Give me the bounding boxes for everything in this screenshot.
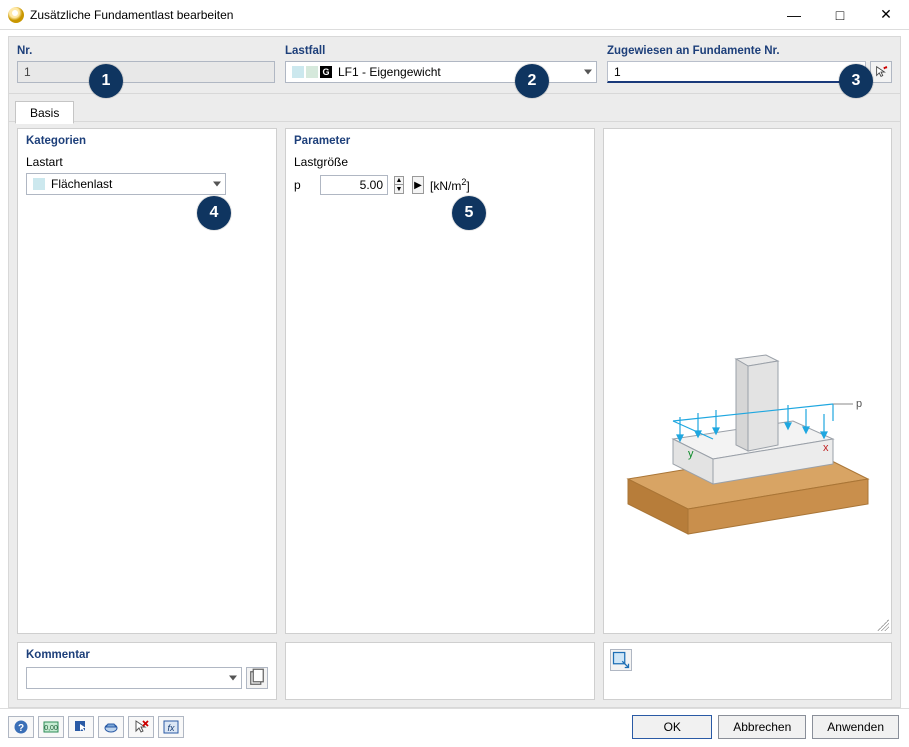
- window-title: Zusätzliche Fundamentlast bearbeiten: [30, 8, 771, 22]
- param-goto-button[interactable]: ▶: [412, 176, 424, 194]
- units-button[interactable]: 0,00: [38, 716, 64, 738]
- cursor-icon: [874, 65, 888, 79]
- panel-kategorien: Kategorien Lastart Flächenlast: [17, 128, 277, 634]
- delete-selection-button[interactable]: [128, 716, 154, 738]
- window-controls: — □ ✕: [771, 0, 909, 29]
- cursor-delete-icon: [133, 719, 149, 735]
- pick-in-model-button[interactable]: [870, 61, 892, 83]
- function-button[interactable]: fx: [158, 716, 184, 738]
- assigned-input[interactable]: 1: [607, 61, 866, 83]
- panel-empty: [285, 642, 595, 700]
- svg-text:0,00: 0,00: [44, 725, 58, 732]
- axis-x-label: x: [823, 442, 829, 454]
- param-value: 5.00: [360, 178, 383, 192]
- callout-2: 2: [515, 64, 549, 98]
- callout-1: 1: [89, 64, 123, 98]
- pick-button[interactable]: [68, 716, 94, 738]
- field-nr: Nr. 1: [17, 45, 275, 83]
- swatch-2: [306, 66, 318, 78]
- callout-5: 5: [452, 196, 486, 230]
- swatch-1: [292, 66, 304, 78]
- load-p-label: p: [856, 398, 862, 410]
- kategorien-header: Kategorien: [18, 129, 276, 151]
- bottom-bar: ? 0,00 fx OK Abbrechen Anwenden: [0, 708, 909, 747]
- nr-value: 1: [24, 65, 31, 79]
- help-button[interactable]: ?: [8, 716, 34, 738]
- title-bar: Zusätzliche Fundamentlast bearbeiten — □…: [0, 0, 909, 30]
- toolbar-left: ? 0,00 fx: [8, 716, 184, 738]
- header-fields: Nr. 1 Lastfall G LF1 - Eigengewicht Zuge…: [8, 36, 901, 94]
- panel-parameter: Parameter Lastgröße p 5.00 ▲ ▼ ▶: [285, 128, 595, 634]
- viewer-canvas[interactable]: x y p: [604, 129, 891, 633]
- chevron-down-icon: [229, 676, 237, 681]
- lastart-combo[interactable]: Flächenlast: [26, 173, 226, 195]
- axis-y-label: y: [688, 448, 694, 460]
- viewer-tool-icon: [611, 650, 631, 670]
- ok-button[interactable]: OK: [632, 715, 712, 739]
- svg-text:fx: fx: [167, 723, 175, 733]
- nr-label: Nr.: [17, 45, 275, 57]
- maximize-button[interactable]: □: [817, 0, 863, 29]
- nr-input[interactable]: 1: [17, 61, 275, 83]
- model-button[interactable]: [98, 716, 124, 738]
- foundation-3d-icon: x y p: [618, 309, 878, 569]
- lastart-value: Flächenlast: [51, 177, 112, 191]
- copy-icon: [247, 668, 267, 688]
- viewer-tool-button[interactable]: [610, 649, 632, 671]
- assigned-label: Zugewiesen an Fundamente Nr.: [607, 45, 892, 57]
- units-icon: 0,00: [43, 719, 59, 735]
- panel-kommentar: Kommentar: [17, 642, 277, 700]
- unit-prefix: [kN/m: [430, 179, 461, 193]
- chevron-down-icon: [584, 70, 592, 75]
- assigned-value: 1: [614, 65, 621, 79]
- chevron-down-icon: [213, 182, 221, 187]
- parameter-header: Parameter: [286, 129, 594, 151]
- lastfall-value: LF1 - Eigengewicht: [338, 65, 441, 79]
- swatch-load: [33, 178, 45, 190]
- resize-grip-icon[interactable]: [877, 619, 889, 631]
- kommentar-header: Kommentar: [18, 643, 276, 665]
- param-value-input[interactable]: 5.00: [320, 175, 388, 195]
- panel-3d-viewer: x y p: [603, 128, 892, 634]
- spin-down-icon[interactable]: ▼: [394, 185, 404, 194]
- kommentar-copy-button[interactable]: [246, 667, 268, 689]
- param-spinner[interactable]: ▲ ▼: [394, 176, 404, 194]
- cancel-button[interactable]: Abbrechen: [718, 715, 806, 739]
- tab-basis[interactable]: Basis: [15, 101, 74, 124]
- lastart-label: Lastart: [26, 155, 268, 169]
- lastfall-swatches: G: [292, 66, 332, 78]
- spin-up-icon[interactable]: ▲: [394, 176, 404, 185]
- tabs-strip: Basis: [8, 94, 901, 122]
- help-icon: ?: [13, 719, 29, 735]
- param-unit: [kN/m2]: [430, 177, 470, 193]
- unit-suffix: ]: [466, 179, 469, 193]
- fx-icon: fx: [163, 719, 179, 735]
- pick-icon: [73, 719, 89, 735]
- lastart-swatch: [33, 178, 45, 190]
- dialog-buttons: OK Abbrechen Anwenden: [632, 715, 899, 739]
- lastgroesse-label: Lastgröße: [294, 155, 586, 169]
- callout-4: 4: [197, 196, 231, 230]
- callout-3: 3: [839, 64, 873, 98]
- svg-text:?: ?: [18, 723, 24, 734]
- model-icon: [103, 719, 119, 735]
- panel-viewer-tools: [603, 642, 892, 700]
- lastfall-label: Lastfall: [285, 45, 597, 57]
- field-lastfall: Lastfall G LF1 - Eigengewicht: [285, 45, 597, 83]
- lastfall-combo[interactable]: G LF1 - Eigengewicht: [285, 61, 597, 83]
- swatch-g: G: [320, 66, 332, 78]
- close-button[interactable]: ✕: [863, 0, 909, 29]
- apply-button[interactable]: Anwenden: [812, 715, 899, 739]
- param-symbol: p: [294, 178, 314, 192]
- app-icon: [8, 7, 24, 23]
- kommentar-combo[interactable]: [26, 667, 242, 689]
- minimize-button[interactable]: —: [771, 0, 817, 29]
